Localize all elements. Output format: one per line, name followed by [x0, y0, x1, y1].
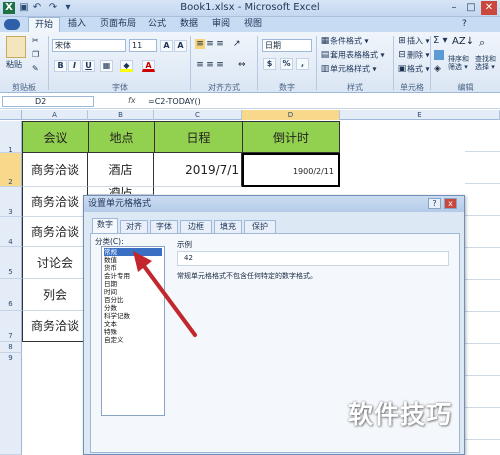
- arrow-head: [133, 251, 152, 272]
- annotation-arrow: [133, 251, 197, 337]
- watermark: 软件技巧: [348, 400, 453, 429]
- arrow-shaft: [139, 260, 197, 337]
